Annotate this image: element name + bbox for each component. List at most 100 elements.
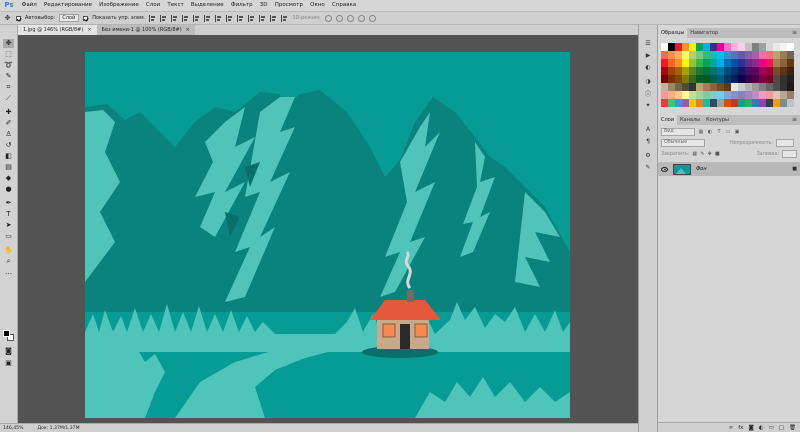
color-swatch[interactable] [752, 43, 759, 51]
color-swatch[interactable] [745, 83, 752, 91]
align-bottom-icon[interactable] [171, 14, 178, 22]
eraser-tool-icon[interactable]: ◧ [3, 152, 14, 161]
color-swatch[interactable] [696, 75, 703, 83]
color-swatch[interactable] [738, 51, 745, 59]
color-swatch[interactable] [766, 83, 773, 91]
menu-file[interactable]: Файл [18, 0, 40, 11]
history-brush-tool-icon[interactable]: ↺ [3, 141, 14, 150]
color-swatch[interactable] [766, 91, 773, 99]
color-swatch[interactable] [696, 51, 703, 59]
auto-align-icon[interactable] [281, 14, 288, 22]
color-swatch[interactable] [696, 59, 703, 67]
color-swatch[interactable] [682, 91, 689, 99]
color-swatch[interactable] [787, 59, 794, 67]
color-swatch[interactable] [717, 83, 724, 91]
close-icon[interactable]: × [87, 25, 91, 35]
menu-select[interactable]: Выделение [187, 0, 227, 11]
color-swatch[interactable] [752, 75, 759, 83]
color-swatch[interactable] [675, 67, 682, 75]
autoselect-checkbox[interactable] [16, 15, 21, 21]
path-select-tool-icon[interactable]: ➤ [3, 221, 14, 230]
3d-roll-icon[interactable] [335, 14, 343, 22]
hand-tool-icon[interactable]: ✋ [3, 246, 14, 255]
color-swatch[interactable] [780, 75, 787, 83]
color-panel-icon[interactable]: ◐ [643, 63, 653, 71]
blur-tool-icon[interactable]: ◆ [3, 174, 14, 183]
autoselect-target-select[interactable]: Слой [59, 14, 80, 22]
fill-field[interactable] [782, 150, 797, 158]
color-swatch[interactable] [745, 51, 752, 59]
color-swatch[interactable] [759, 99, 766, 107]
menu-filter[interactable]: Фильтр [227, 0, 256, 11]
color-swatch[interactable] [724, 75, 731, 83]
color-swatch[interactable] [724, 67, 731, 75]
color-swatch[interactable] [724, 43, 731, 51]
lock-position-icon[interactable]: ✥ [708, 151, 712, 157]
color-swatch[interactable] [752, 67, 759, 75]
color-swatch[interactable] [745, 67, 752, 75]
align-hcenter-icon[interactable] [193, 14, 200, 22]
filter-pixel-icon[interactable]: ▦ [698, 129, 704, 135]
color-swatch[interactable] [689, 67, 696, 75]
zoom-tool-icon[interactable]: ⌕ [3, 257, 14, 266]
color-swatch[interactable] [675, 43, 682, 51]
artboard[interactable] [85, 52, 570, 418]
color-swatch[interactable] [752, 91, 759, 99]
color-swatch[interactable] [787, 67, 794, 75]
distribute-hcenter-icon[interactable] [259, 14, 266, 22]
color-swatch[interactable] [703, 67, 710, 75]
color-swatch[interactable] [703, 51, 710, 59]
layer-style-icon[interactable]: fx [738, 425, 743, 431]
color-swatch[interactable] [780, 59, 787, 67]
distribute-right-icon[interactable] [270, 14, 277, 22]
menu-3d[interactable]: 3D [256, 0, 271, 11]
filter-adjust-icon[interactable]: ◐ [707, 129, 713, 135]
color-swatch[interactable] [717, 67, 724, 75]
color-swatch[interactable] [773, 75, 780, 83]
color-swatch[interactable] [731, 99, 738, 107]
color-swatch[interactable] [787, 75, 794, 83]
align-vcenter-icon[interactable] [160, 14, 167, 22]
zoom-level[interactable]: 146,45% [3, 426, 23, 431]
color-swatch[interactable] [689, 91, 696, 99]
color-swatch[interactable] [696, 99, 703, 107]
styles-panel-icon[interactable]: ✦ [643, 101, 653, 109]
color-swatch[interactable] [703, 75, 710, 83]
lasso-tool-icon[interactable]: ➰ [3, 61, 14, 70]
move-tool-icon[interactable]: ✥ [3, 39, 14, 48]
color-swatch[interactable] [675, 99, 682, 107]
color-swatch[interactable] [710, 99, 717, 107]
color-swatch[interactable] [668, 83, 675, 91]
align-right-icon[interactable] [204, 14, 211, 22]
color-swatch[interactable] [689, 59, 696, 67]
color-swatch[interactable] [787, 43, 794, 51]
color-swatch[interactable] [661, 59, 668, 67]
healing-brush-tool-icon[interactable]: ✚ [3, 108, 14, 117]
color-swatch[interactable] [738, 75, 745, 83]
menu-layers[interactable]: Слои [142, 0, 163, 11]
color-swatch[interactable] [731, 91, 738, 99]
color-swatch[interactable] [668, 67, 675, 75]
color-swatch[interactable] [661, 75, 668, 83]
color-swatch[interactable] [731, 83, 738, 91]
paragraph-panel-icon[interactable]: ¶ [643, 137, 653, 145]
color-swatch[interactable] [724, 51, 731, 59]
filter-shape-icon[interactable]: ▭ [725, 129, 731, 135]
color-swatch[interactable] [745, 43, 752, 51]
color-swatch[interactable] [689, 75, 696, 83]
menu-edit[interactable]: Редактирование [40, 0, 95, 11]
tab-channels[interactable]: Каналы [677, 115, 703, 125]
color-swatch[interactable] [780, 83, 787, 91]
distribute-vcenter-icon[interactable] [226, 14, 233, 22]
quick-select-tool-icon[interactable]: ✎ [3, 72, 14, 81]
history-panel-icon[interactable]: ☰ [643, 39, 653, 47]
layer-mask-icon[interactable]: ◙ [748, 425, 753, 431]
color-swatch[interactable] [766, 75, 773, 83]
color-swatch[interactable] [773, 51, 780, 59]
color-swatch[interactable] [773, 99, 780, 107]
color-swatch[interactable] [717, 99, 724, 107]
color-swatch[interactable] [661, 91, 668, 99]
color-swatch[interactable] [787, 51, 794, 59]
color-swatch[interactable] [745, 99, 752, 107]
color-swatch[interactable] [689, 51, 696, 59]
